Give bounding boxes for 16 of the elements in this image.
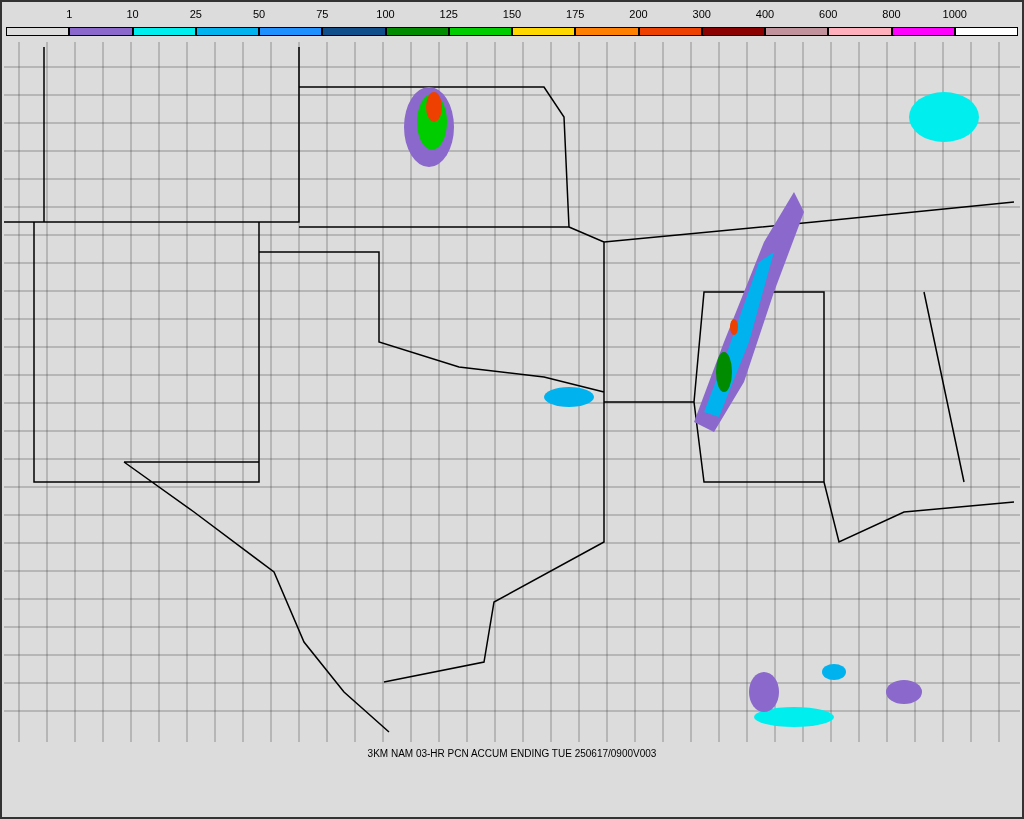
legend-label: 300	[692, 7, 711, 21]
legend-label: 25	[189, 7, 202, 21]
legend-label: 150	[502, 7, 522, 21]
legend-label: 600	[819, 7, 838, 21]
legend-label: 175	[566, 7, 585, 21]
legend-label: 100	[376, 7, 395, 21]
map-caption: 3KM NAM 03-HR PCN ACCUM ENDING TUE 250617/0900V003	[367, 748, 657, 760]
legend-label: 1	[66, 7, 73, 21]
legend-label: 125	[439, 7, 458, 21]
legend-label: 800	[882, 7, 901, 21]
legend-label: 75	[316, 7, 329, 21]
legend-label: 200	[629, 7, 648, 21]
legend-label: 10	[126, 7, 139, 21]
legend-label: 1000	[942, 7, 967, 21]
legend-label: 50	[252, 7, 266, 21]
legend-label: 400	[755, 7, 775, 21]
